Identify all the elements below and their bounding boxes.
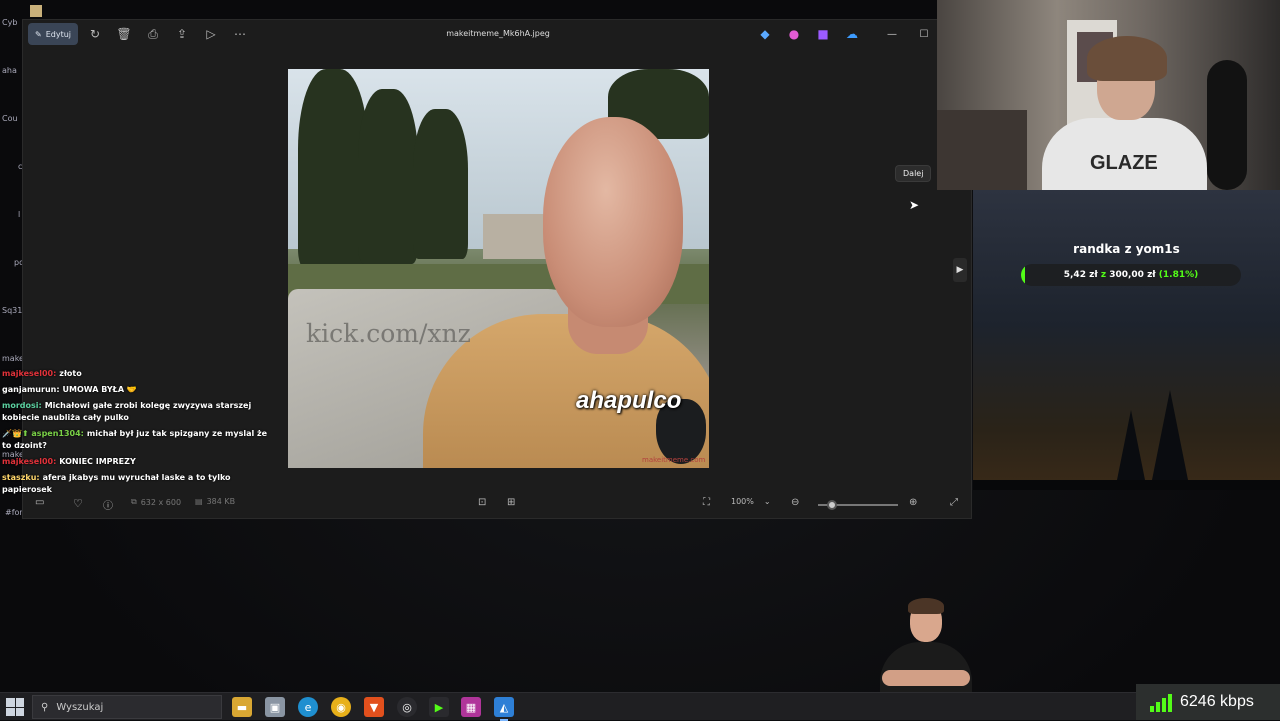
goal-separator: z — [1100, 270, 1107, 280]
photos-active-icon[interactable]: ◭ — [494, 697, 514, 721]
webcam-microphone — [1207, 60, 1247, 190]
webcam-shirt-text: GLAZE — [1090, 152, 1158, 174]
webcam-person-hair — [1087, 36, 1167, 81]
photo-image[interactable]: kick.com/xnz ahapulco makeitmeme.com — [288, 69, 709, 468]
chat-username[interactable]: staszku: — [2, 473, 40, 482]
chat-username[interactable]: majkesel00: — [2, 369, 56, 378]
next-arrow-icon[interactable]: ▶ — [953, 258, 967, 282]
image-tree — [413, 109, 468, 259]
desktop-label-2[interactable]: aha — [2, 66, 17, 75]
chevron-down-icon: ⌄ — [763, 497, 771, 506]
signal-icon — [1150, 692, 1172, 712]
goal-target: 300,00 zł — [1109, 270, 1156, 280]
chat-message: majkesel00: złoto — [2, 368, 272, 380]
search-icon: ⚲ — [41, 701, 49, 713]
chat-overlay: majkesel00: złoto ganjamurun: UMOWA BYŁA 🤝 m… — [2, 368, 272, 500]
pine-tree — [1113, 410, 1149, 490]
photos-app-icon[interactable]: ▣ — [265, 697, 285, 717]
zoom-in-icon[interactable]: ⊕ — [909, 497, 917, 508]
goal-current: 5,42 zł — [1063, 270, 1098, 280]
chat-message: mordosi: Michałowi gałe zrobi kolegę zwyz… — [2, 400, 272, 424]
chrome-icon[interactable]: ◉ — [331, 697, 351, 717]
streamer-avatar — [876, 598, 976, 692]
clipchamp-icon[interactable]: ● — [781, 24, 807, 44]
fullscreen-icon[interactable]: ⤢ — [950, 497, 958, 508]
zoom-slider-knob[interactable] — [827, 500, 838, 510]
image-tree — [358, 89, 418, 264]
brave-icon[interactable]: ▼ — [364, 697, 384, 717]
next-tooltip: Dalej — [895, 165, 932, 182]
zoom-level: 100% — [731, 497, 754, 506]
chat-message: 🗡️👑⬆ aspen1304: michał był juz tak spizga… — [2, 428, 272, 452]
goal-progress-bar: 5,42 zł z 300,00 zł (1.81%) — [1021, 264, 1241, 286]
goal-percent: (1.81%) — [1158, 270, 1199, 280]
chat-username[interactable]: majkesel00: — [2, 457, 56, 466]
webcam-feed: GLAZE — [937, 0, 1280, 190]
chat-message: majkesel00: KONIEC IMPREZY — [2, 456, 272, 468]
chat-text: KONIEC IMPREZY — [59, 457, 136, 466]
zoom-slider[interactable] — [818, 500, 898, 510]
desktop-label-8[interactable]: make — [2, 354, 24, 363]
taskbar: ⚲ Wyszukaj ▬ ▣ e ◉ ▼ ◎ ▶ ▦ ◭ — [0, 692, 1280, 721]
edge-icon[interactable]: e — [298, 697, 318, 717]
minimize-icon[interactable]: — — [881, 25, 903, 43]
chat-text: UMOWA BYŁA 🤝 — [62, 385, 137, 394]
designer-icon[interactable]: ◆ — [752, 24, 778, 44]
desktop-label-9[interactable]: #for — [5, 508, 23, 517]
donation-goal-panel: randka z yom1s 5,42 zł z 300,00 zł (1.81… — [973, 190, 1280, 490]
chat-message: staszku: afera jkabys mu wyruchał laske a… — [2, 472, 272, 496]
kick-icon[interactable]: ▶ — [429, 697, 449, 717]
search-placeholder: Wyszukaj — [56, 701, 104, 713]
webcam-shelf — [937, 110, 1027, 190]
desktop-icon[interactable] — [30, 5, 42, 17]
zoom-dropdown[interactable]: 100% ⌄ — [731, 497, 771, 506]
image-face — [543, 117, 683, 327]
image-credit: makeitmeme.com — [642, 456, 706, 464]
title-bar: ✎ Edytuj ↻ 🗑 ⎙ ⇪ ▷ ⋯ makeitmeme_Mk6hA.jp… — [23, 20, 971, 48]
desktop-label-1[interactable]: Cyb — [2, 18, 17, 27]
bitrate-text: 6246 kbps — [1180, 693, 1254, 710]
fit-window-icon[interactable]: ⛶ — [703, 497, 710, 508]
obs-icon[interactable]: ◎ — [397, 697, 417, 717]
text-scan-icon[interactable]: ⊞ — [507, 497, 515, 508]
chat-username[interactable]: ganjamurun: — [2, 385, 60, 394]
goal-progress-fill — [1021, 264, 1025, 286]
goal-title: randka z yom1s — [1073, 242, 1180, 256]
video-editor-icon[interactable]: ■ — [810, 24, 836, 44]
pine-tree — [1148, 390, 1192, 490]
mouse-cursor-icon: ➤ — [909, 198, 920, 212]
chat-message: ganjamurun: UMOWA BYŁA 🤝 — [2, 384, 272, 396]
desktop-label-5[interactable]: l — [18, 210, 20, 219]
windows-start-icon[interactable] — [6, 698, 24, 716]
chat-username[interactable]: 🗡️👑⬆ aspen1304: — [2, 429, 84, 438]
zoom-out-icon[interactable]: ⊖ — [791, 497, 799, 508]
onedrive-icon[interactable]: ☁ — [839, 24, 865, 44]
image-watermark: kick.com/xnz — [306, 319, 471, 348]
chat-username[interactable]: mordosi: — [2, 401, 42, 410]
visual-search-icon[interactable]: ⊡ — [478, 497, 486, 508]
taskbar-search[interactable]: ⚲ Wyszukaj — [32, 695, 222, 719]
mix-app-icon[interactable]: ▦ — [461, 697, 481, 717]
streamer-arms — [882, 670, 970, 686]
horizon — [973, 480, 1280, 490]
image-caption: ahapulco — [576, 387, 682, 414]
chat-text: złoto — [59, 369, 82, 378]
streamer-hair — [908, 598, 944, 614]
goal-progress-text: 5,42 zł z 300,00 zł (1.81%) — [1064, 270, 1199, 280]
desktop-label-3[interactable]: Cou — [2, 114, 18, 123]
bitrate-indicator: 6246 kbps — [1136, 684, 1280, 720]
maximize-icon[interactable]: ☐ — [913, 25, 935, 43]
file-explorer-icon[interactable]: ▬ — [232, 697, 252, 717]
